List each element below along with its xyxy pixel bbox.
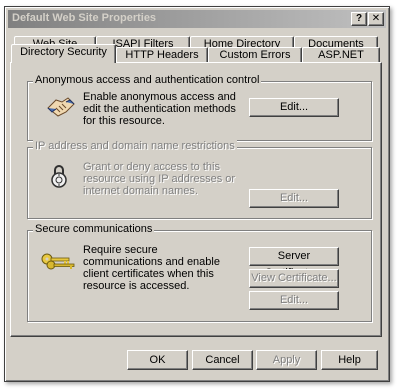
directory-security-panel: Anonymous access and authentication cont… bbox=[10, 62, 382, 337]
secure-communications-group: Secure communications Require secure com… bbox=[27, 223, 372, 322]
anonymous-edit-button[interactable]: Edit... bbox=[249, 98, 339, 117]
ok-button[interactable]: OK bbox=[127, 350, 188, 370]
close-button[interactable]: ✕ bbox=[368, 12, 384, 26]
anonymous-access-title: Anonymous access and authentication cont… bbox=[33, 74, 262, 86]
handshake-icon bbox=[47, 97, 75, 117]
ip-restrictions-group: IP address and domain name restrictions … bbox=[27, 140, 372, 219]
ip-restrictions-title: IP address and domain name restrictions bbox=[33, 140, 237, 152]
tab-directory-security[interactable]: Directory Security bbox=[11, 44, 116, 63]
ip-restrictions-edit-button[interactable]: Edit... bbox=[249, 189, 339, 208]
secure-communications-description: Require secure communications and enable… bbox=[83, 244, 220, 292]
ip-restrictions-description: Grant or deny access to this resource us… bbox=[83, 161, 236, 197]
window-title: Default Web Site Properties bbox=[12, 12, 157, 24]
cancel-button[interactable]: Cancel bbox=[192, 350, 253, 370]
secure-communications-title: Secure communications bbox=[33, 223, 155, 235]
keys-icon bbox=[41, 253, 75, 270]
anonymous-access-description: Enable anonymous access and edit the aut… bbox=[83, 91, 236, 127]
title-bar[interactable]: Default Web Site Properties ? ✕ bbox=[8, 10, 386, 28]
anonymous-access-group: Anonymous access and authentication cont… bbox=[27, 74, 372, 141]
apply-button[interactable]: Apply bbox=[256, 350, 317, 370]
help-title-button[interactable]: ? bbox=[351, 12, 367, 26]
secure-edit-button[interactable]: Edit... bbox=[249, 291, 339, 310]
padlock-icon bbox=[51, 165, 67, 188]
server-certificate-button[interactable]: Server Certificate... bbox=[249, 247, 339, 279]
view-certificate-button[interactable]: View Certificate... bbox=[249, 269, 339, 288]
help-button[interactable]: Help bbox=[321, 350, 378, 370]
